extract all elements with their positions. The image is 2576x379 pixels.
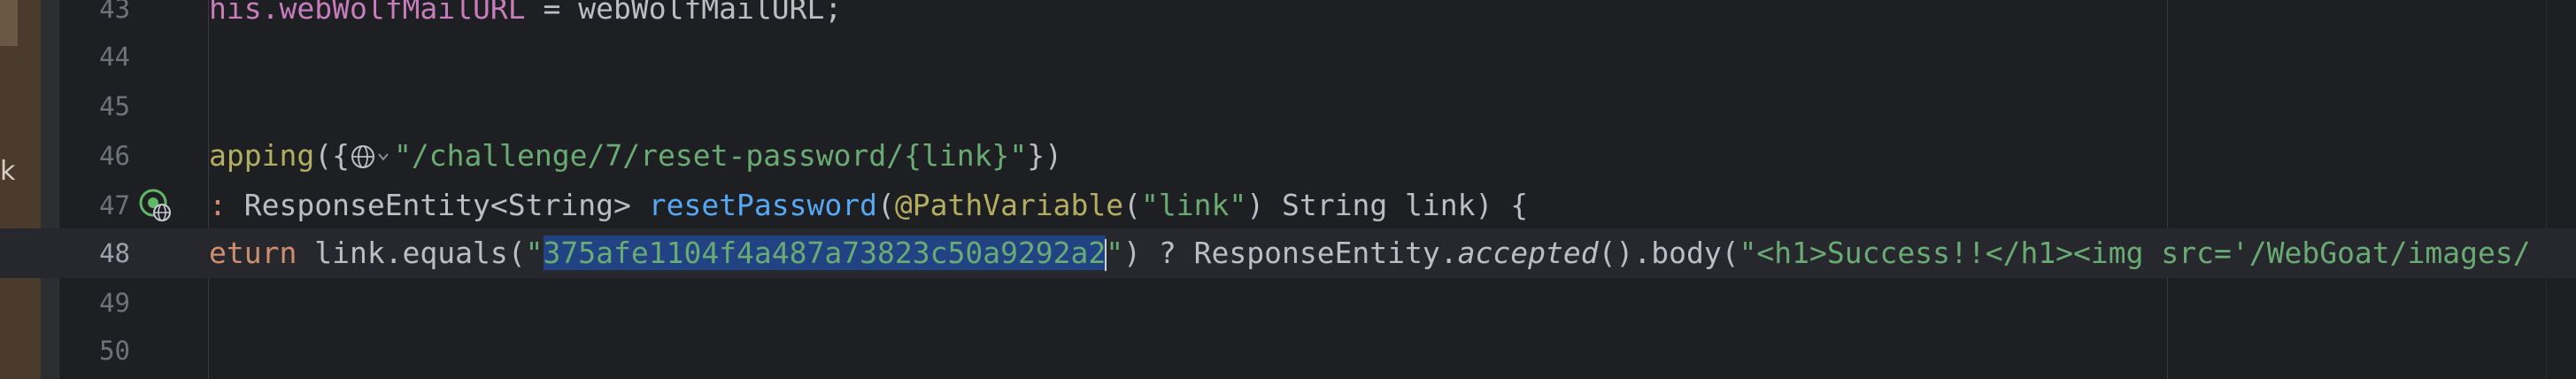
line-number: 50 <box>99 336 130 366</box>
globe-icon[interactable] <box>350 138 394 173</box>
line-number: 43 <box>99 0 130 24</box>
web-endpoint-icon[interactable] <box>138 188 174 223</box>
code-line[interactable]: 49 <box>0 278 2576 328</box>
code-token: "<h1>Success!!</h1><img src='/WebGoat/im… <box>1739 236 2531 270</box>
code-token: }) <box>1027 138 1062 173</box>
code-line[interactable]: 50 <box>0 326 2576 375</box>
code-token: resetPassword <box>648 188 877 222</box>
ide-editor-window: k 43 his.webWolfMailURL = webWolfMailURL;… <box>0 0 2576 379</box>
code-line[interactable]: 43 his.webWolfMailURL = webWolfMailURL; <box>0 0 2576 34</box>
code-token: ( <box>877 188 895 222</box>
code-line[interactable]: 47: ResponseEntity<String> resetPassword… <box>0 181 2576 230</box>
code-token: ().body( <box>1598 236 1739 270</box>
code-token: eturn <box>209 236 315 270</box>
code-text[interactable]: eturn link.equals("375afe1104f4a487a7382… <box>209 228 2531 278</box>
code-token: "/challenge/7/reset-password/{link}" <box>393 138 1028 173</box>
line-number: 47 <box>99 190 130 220</box>
code-token: : <box>209 188 244 222</box>
code-text[interactable]: his.webWolfMailURL = webWolfMailURL; <box>209 0 842 34</box>
code-token: " <box>1106 236 1124 270</box>
code-token: accepted <box>1457 236 1599 270</box>
code-token: " <box>525 236 544 270</box>
code-line[interactable]: 44 <box>0 32 2576 81</box>
code-token: = webWolfMailURL; <box>525 0 843 26</box>
code-token: ( <box>1123 188 1142 222</box>
code-token: ({ <box>314 138 350 173</box>
code-token: @PathVariable <box>894 188 1124 222</box>
code-line[interactable]: 45 <box>0 81 2576 131</box>
code-token: ResponseEntity<String> <box>243 188 649 222</box>
code-line[interactable]: 48 eturn link.equals("375afe1104f4a487a73… <box>0 228 2576 278</box>
code-token: apping <box>209 138 315 173</box>
line-number: 49 <box>99 288 130 318</box>
line-number: 44 <box>99 42 130 72</box>
code-token: ) ? ResponseEntity. <box>1123 236 1458 270</box>
code-text[interactable]: apping({ "/challenge/7/reset-password/{li… <box>209 131 1062 181</box>
line-number: 46 <box>99 141 130 171</box>
code-token: his.webWolfMailURL <box>209 0 526 26</box>
code-line[interactable]: 46 apping({ "/challenge/7/reset-password/{… <box>0 131 2576 181</box>
code-text[interactable]: : ResponseEntity<String> resetPassword(@… <box>209 181 1528 230</box>
code-token: ) String link) { <box>1246 188 1529 222</box>
code-token: "link" <box>1141 188 1247 222</box>
selected-text: 375afe1104f4a487a73823c50a9292a2 <box>543 236 1107 270</box>
chevron-down-icon[interactable] <box>376 150 390 164</box>
code-token: link.equals( <box>314 236 526 270</box>
line-number: 45 <box>99 91 130 121</box>
line-number: 48 <box>99 238 130 268</box>
